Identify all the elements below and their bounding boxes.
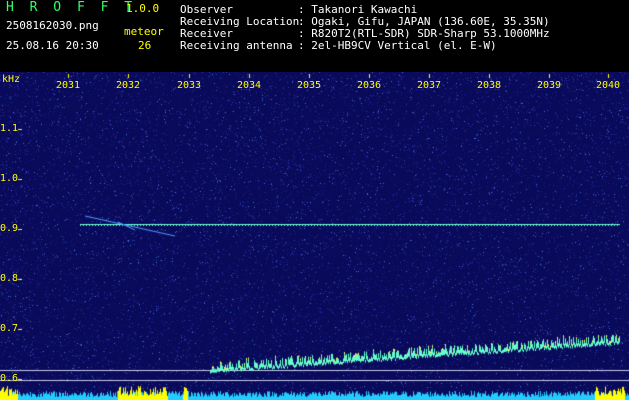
spectrogram-canvas	[0, 72, 629, 400]
timestamp: 25.08.16 20:30	[6, 39, 99, 52]
y-tick-label: 1.0	[0, 173, 19, 184]
antenna-value: : 2el-HB9CV Vertical (el. E-W)	[298, 39, 497, 52]
hrofft-window: H R O F F T 1.0.0 2508162030.png meteor …	[0, 0, 629, 400]
image-filename: 2508162030.png	[6, 19, 99, 32]
antenna-label: Receiving antenna	[180, 39, 293, 52]
meteor-count: 26	[138, 39, 152, 52]
x-tick-label: 2036	[357, 80, 382, 91]
app-version: 1.0.0	[126, 2, 160, 15]
header-panel: H R O F F T 1.0.0 2508162030.png meteor …	[0, 0, 629, 72]
x-tick-label: 2039	[537, 80, 562, 91]
y-tick-label: 0.9	[0, 223, 19, 234]
x-tick-label: 2032	[116, 80, 141, 91]
y-tick-label: 0.8	[0, 273, 19, 284]
x-tick-label: 2031	[56, 80, 81, 91]
y-tick-label: 0.6	[0, 373, 19, 384]
x-tick-label: 2040	[596, 80, 621, 91]
y-axis-unit: kHz	[2, 74, 21, 85]
x-tick-label: 2033	[177, 80, 202, 91]
x-tick-label: 2038	[477, 80, 502, 91]
x-tick-label: 2034	[237, 80, 262, 91]
y-tick-label: 0.7	[0, 323, 19, 334]
y-tick-label: 1.1	[0, 123, 19, 134]
app-title: H R O F F T	[6, 0, 137, 15]
x-tick-label: 2035	[297, 80, 322, 91]
x-tick-label: 2037	[417, 80, 442, 91]
meteor-label: meteor	[124, 25, 164, 38]
